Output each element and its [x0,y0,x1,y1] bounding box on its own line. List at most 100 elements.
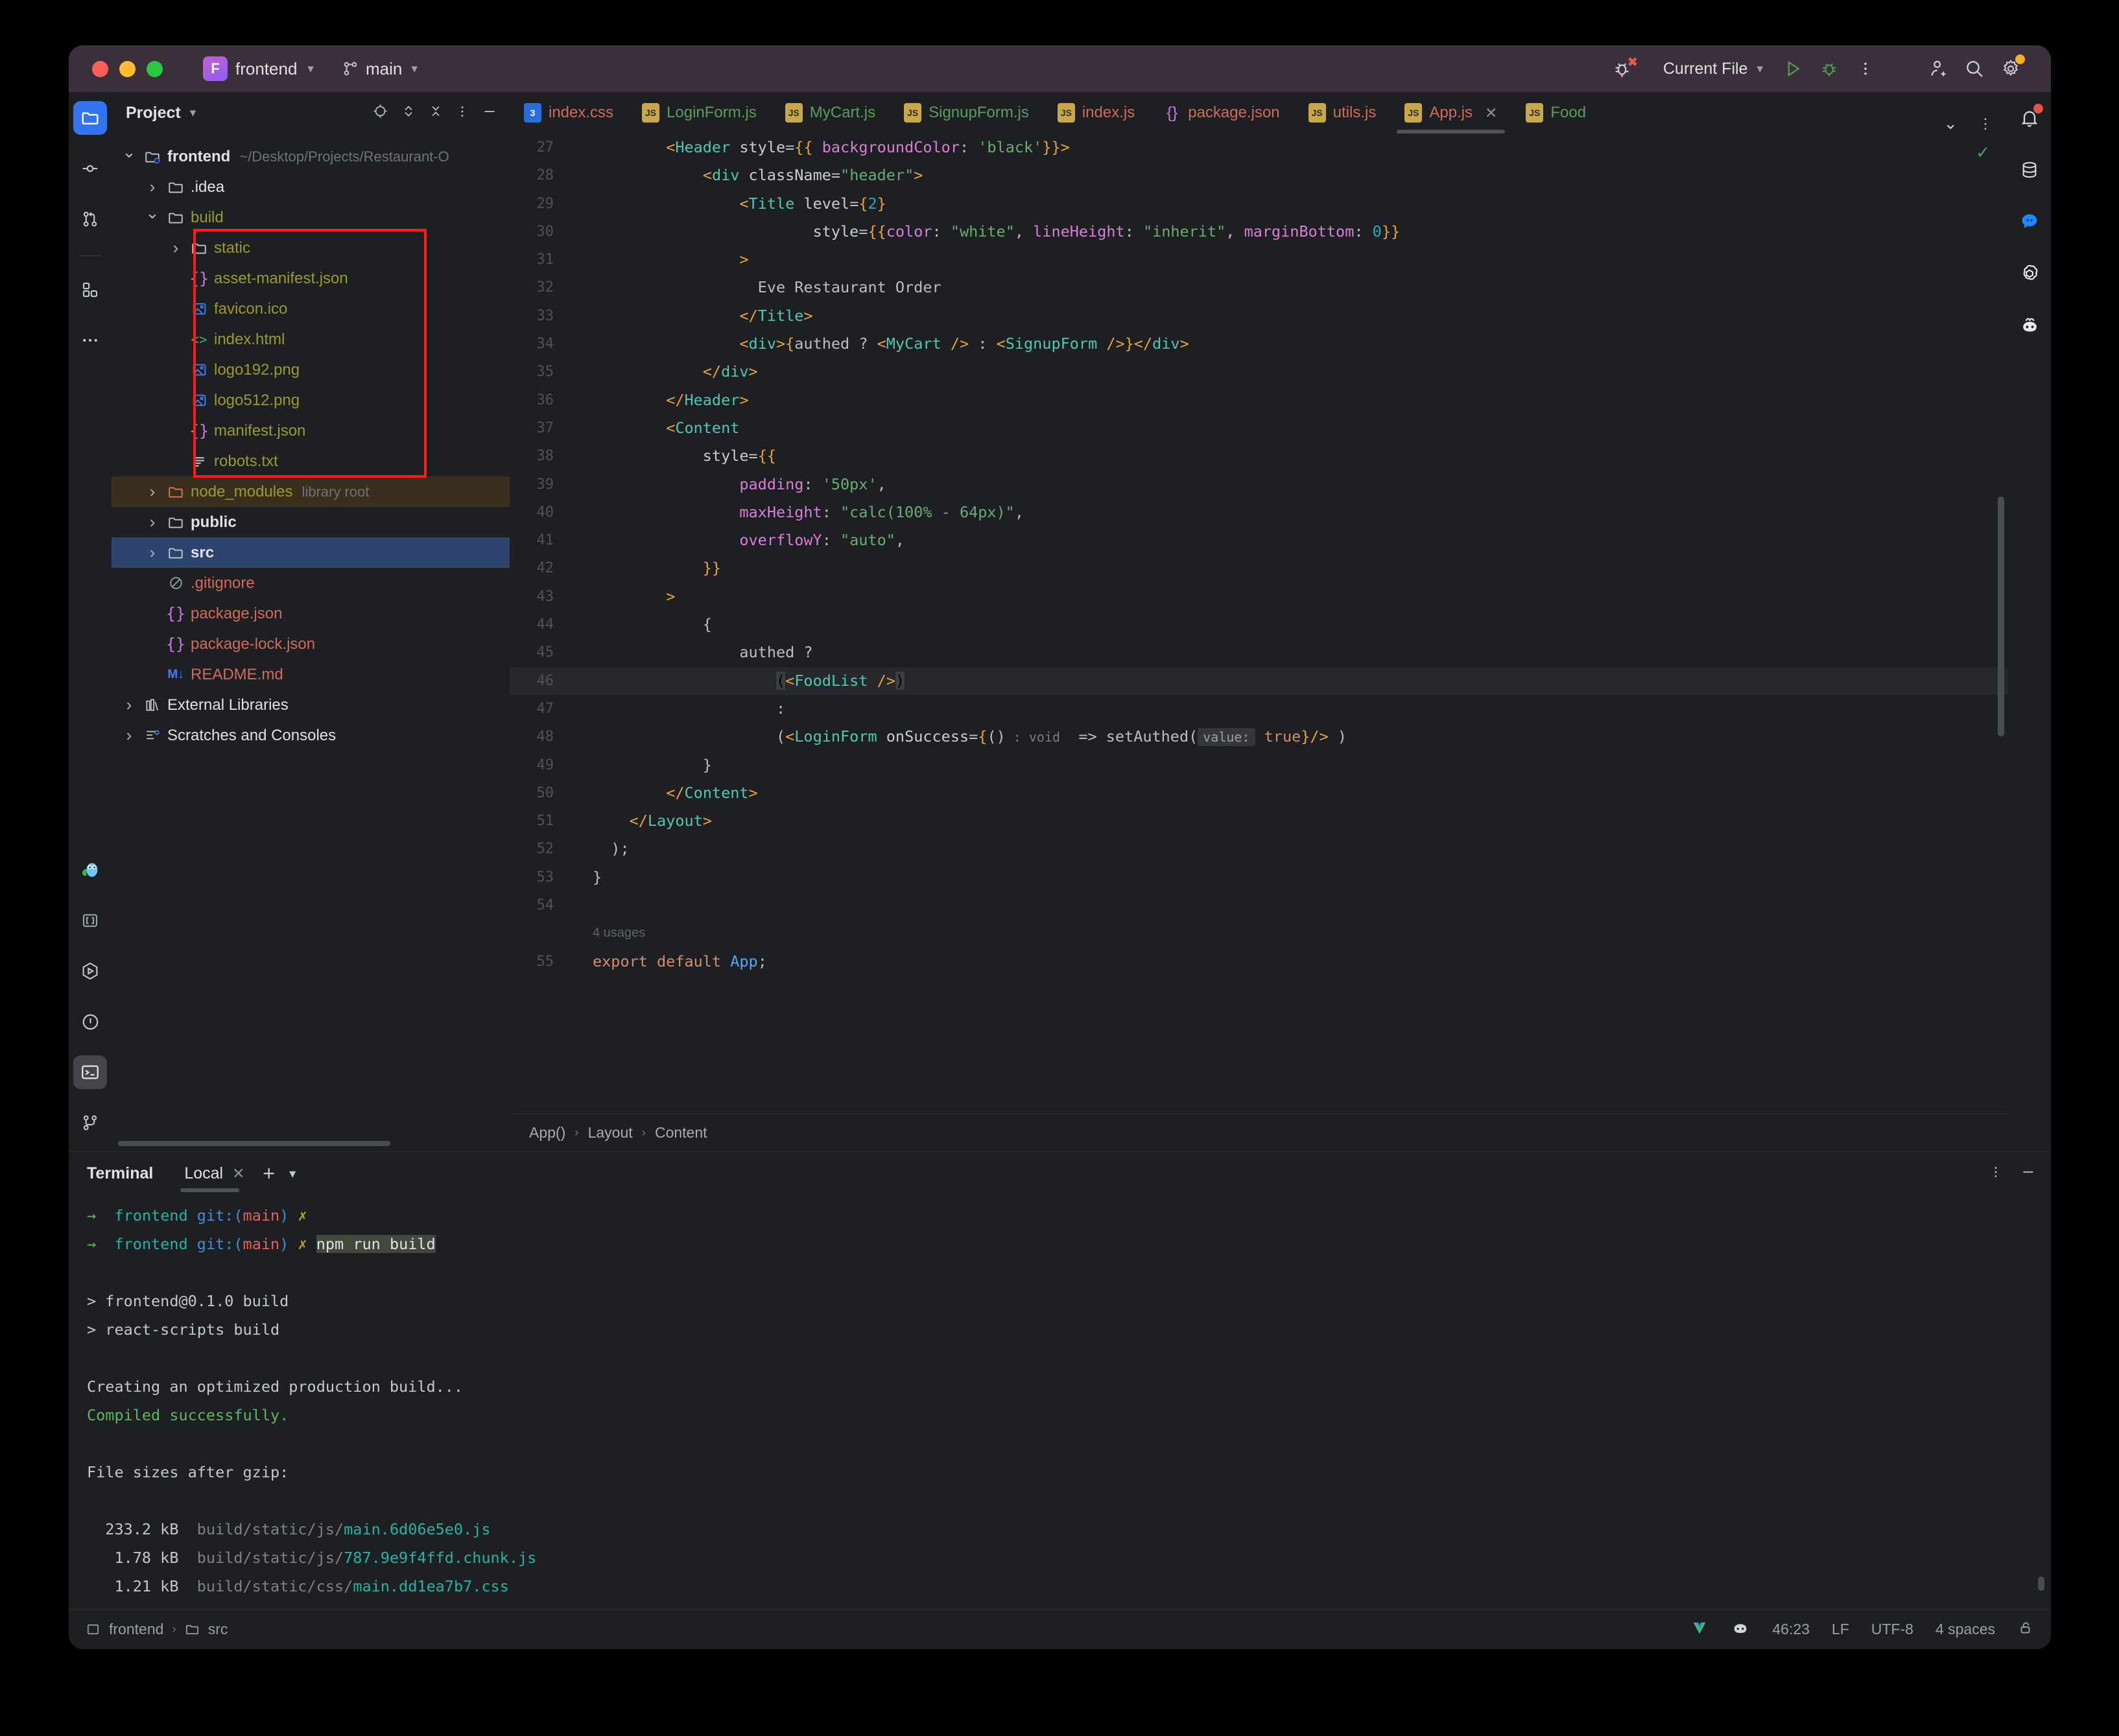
ai-chat-icon[interactable] [2013,205,2046,239]
code-line[interactable]: 31 > [510,246,2008,274]
options-icon[interactable] [455,103,469,123]
code-line[interactable]: 43 > [510,583,2008,611]
code-line[interactable]: 35 </div> [510,358,2008,386]
database-icon[interactable] [2013,153,2046,187]
editor-tab-bar[interactable]: 3index.cssJSLoginForm.jsJSMyCart.jsJSSig… [510,92,2008,134]
project-tree[interactable]: ⌄frontend~/Desktop/Projects/Restaurant-O… [112,134,510,1151]
sidebar-item-more[interactable] [73,323,107,357]
code-line[interactable]: 54 [510,891,2008,919]
chevron-right-icon[interactable]: › [141,482,163,502]
tree-node-frontend[interactable]: ⌄frontend~/Desktop/Projects/Restaurant-O [112,141,510,172]
search-icon[interactable] [1956,51,1993,87]
sidebar-item-terminal[interactable] [73,1055,107,1089]
code-line[interactable]: 48 (<LoginForm onSuccess={() : void => s… [510,723,2008,751]
chevron-down-icon[interactable]: ⌄ [118,142,140,162]
code-line[interactable]: 28 <div className="header"> [510,161,2008,189]
debug-icon[interactable] [1811,51,1847,87]
tree-node-public[interactable]: ›public [112,507,510,537]
tree-node-index-html[interactable]: <>index.html [112,324,510,355]
code-line[interactable]: 49 } [510,751,2008,779]
minimize-window-button[interactable] [119,61,136,77]
tree-node-logo512-png[interactable]: logo512.png [112,385,510,416]
editor-tab-loginform-js[interactable]: JSLoginForm.js [628,92,771,134]
breadcrumb-item[interactable]: App() [529,1124,565,1142]
tree-node-scratches-and-consoles[interactable]: ›Scratches and Consoles [112,720,510,751]
file-encoding[interactable]: UTF-8 [1871,1621,1913,1638]
openai-icon[interactable] [2013,257,2046,290]
tree-node-favicon-ico[interactable]: favicon.ico [112,294,510,324]
editor-tab-mycart-js[interactable]: JSMyCart.js [771,92,890,134]
collapse-all-icon[interactable] [428,102,444,123]
project-selector[interactable]: F frontend ▾ [203,56,314,81]
code-line[interactable]: 27 <Header style={{ backgroundColor: 'bl… [510,134,2008,161]
tree-node-external-libraries[interactable]: ›External Libraries [112,690,510,720]
code-line[interactable]: 55export default App; [510,948,2008,976]
chevron-down-icon[interactable]: ▾ [289,1166,296,1182]
tree-node-static[interactable]: ›static [112,233,510,263]
status-breadcrumb[interactable]: frontend › src [86,1621,228,1638]
tree-node-manifest-json[interactable]: {}manifest.json [112,416,510,446]
tree-node--gitignore[interactable]: .gitignore [112,568,510,598]
sidebar-item-run[interactable] [73,954,107,988]
chevron-right-icon[interactable]: › [118,695,140,715]
tree-node-package-lock-json[interactable]: {}package-lock.json [112,629,510,659]
chevron-down-icon[interactable]: ⌄ [141,203,163,223]
code-line[interactable]: 52 ); [510,835,2008,863]
indent-setting[interactable]: 4 spaces [1936,1621,1995,1638]
editor-tab-index-js[interactable]: JSindex.js [1043,92,1149,134]
tree-node-package-json[interactable]: {}package.json [112,598,510,629]
chevron-right-icon[interactable]: › [165,238,187,258]
sidebar-item-project[interactable] [73,101,107,135]
hide-icon[interactable] [481,103,498,123]
copilot-icon[interactable] [2013,309,2046,342]
terminal-scrollbar[interactable] [2038,1577,2044,1591]
code-line[interactable]: 33 </Title> [510,302,2008,330]
code-line[interactable]: 37 <Content [510,414,2008,442]
tree-node-logo192-png[interactable]: logo192.png [112,355,510,385]
breadcrumb-item[interactable]: Content [655,1124,707,1142]
line-separator[interactable]: LF [1832,1621,1849,1638]
vue-icon[interactable] [1690,1619,1709,1641]
code-line[interactable]: 36 </Header> [510,386,2008,414]
chevron-right-icon[interactable]: › [141,512,163,532]
tree-node-readme-md[interactable]: M↓README.md [112,659,510,690]
editor-breadcrumb[interactable]: App()›Layout›Content [510,1114,2008,1151]
new-terminal-icon[interactable]: + [263,1162,275,1186]
tree-node--idea[interactable]: ›.idea [112,172,510,202]
sidebar-item-version-control[interactable] [73,1106,107,1140]
run-icon[interactable] [1775,51,1811,87]
tree-node-src[interactable]: ›src [112,537,510,568]
sidebar-item-problems[interactable] [73,1005,107,1038]
more-vertical-icon[interactable]: ⋮ [1971,115,2000,132]
chevron-right-icon[interactable]: › [141,177,163,197]
tree-node-build[interactable]: ⌄build [112,202,510,233]
code-line[interactable]: 50 </Content> [510,779,2008,807]
notifications-icon[interactable] [2013,101,2046,135]
code-line[interactable]: 53} [510,863,2008,891]
close-tab-icon[interactable]: ✕ [1485,104,1497,122]
chevron-down-icon[interactable]: ⌄ [1934,113,1967,134]
editor-tab-package-json[interactable]: {}package.json [1149,92,1294,134]
sidebar-item-commit[interactable] [73,152,107,185]
code-line[interactable]: 42 }} [510,554,2008,582]
inspection-ok-icon[interactable]: ✓ [1976,143,1990,163]
tree-node-robots-txt[interactable]: robots.txt [112,446,510,476]
code-line[interactable]: 39 padding: '50px', [510,471,2008,499]
code-line[interactable]: 46 (<FoodList />) [510,667,2008,695]
code-line[interactable]: 38 style={{ [510,442,2008,470]
usages-hint[interactable]: 4 usages [510,919,2008,947]
editor-tab-signupform-js[interactable]: JSSignupForm.js [890,92,1043,134]
breadcrumb-item[interactable]: Layout [588,1124,633,1142]
terminal-tab-local[interactable]: Local ✕ [180,1152,248,1195]
code-line[interactable]: 45 authed ? [510,639,2008,666]
close-window-button[interactable] [92,61,108,77]
locate-icon[interactable] [372,102,389,123]
code-line[interactable]: 47 : [510,695,2008,723]
tree-node-asset-manifest-json[interactable]: {}asset-manifest.json [112,263,510,294]
editor-tab-food[interactable]: JSFood [1511,92,1600,134]
sidebar-item-database-console[interactable] [73,904,107,937]
chevron-down-icon[interactable]: ▾ [190,106,196,121]
editor-tab-index-css[interactable]: 3index.css [510,92,628,134]
chevron-right-icon[interactable]: › [118,725,140,745]
editor-vertical-scrollbar[interactable] [1998,497,2004,736]
